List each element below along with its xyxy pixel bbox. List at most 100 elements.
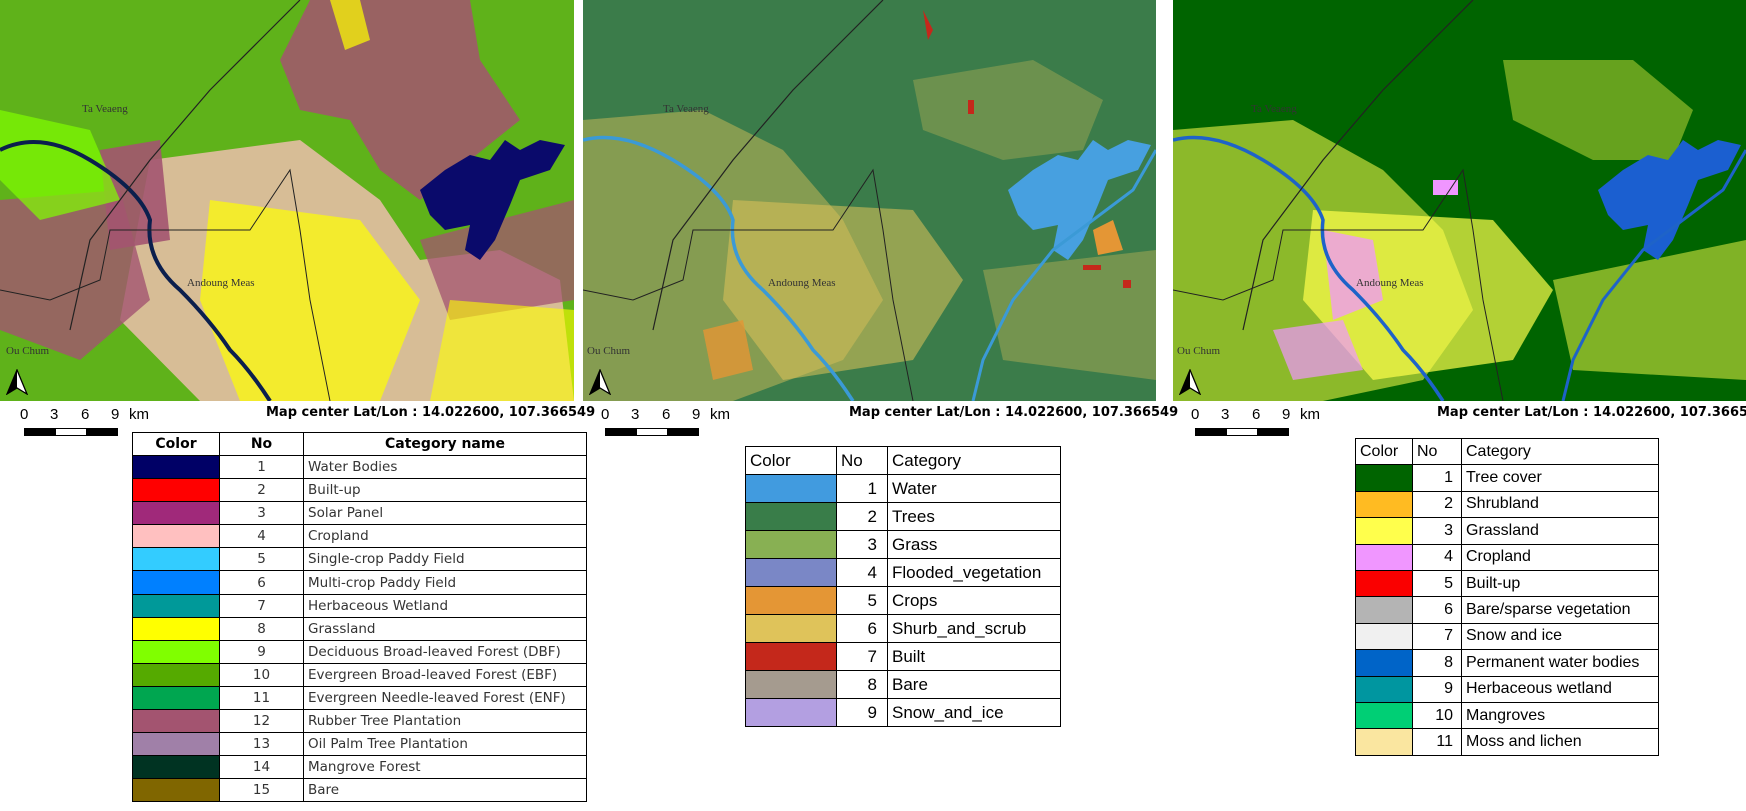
legend-table-2: Color No Category 1 Water 2 Trees 3 Grass 4 Flo… <box>745 446 1061 727</box>
map-panel-3: Ta Veaeng Andoung Meas Ou Chum <box>1173 0 1746 401</box>
land-cover-map-3: Ta Veaeng Andoung Meas Ou Chum <box>1173 0 1746 401</box>
legend-row: 15 Bare <box>132 778 587 803</box>
color-swatch <box>1355 543 1413 571</box>
category-name: Solar Panel <box>303 501 587 526</box>
color-swatch <box>745 474 837 503</box>
color-swatch <box>132 454 220 480</box>
category-number: 10 <box>219 662 304 687</box>
legend-row: 4 Cropland <box>1355 543 1659 571</box>
legend-row: 5 Single-crop Paddy Field <box>132 547 587 572</box>
category-name: Evergreen Needle-leaved Forest (ENF) <box>303 685 587 711</box>
map-panel-1: Ta Veaeng Andoung Meas Ou Chum <box>0 0 574 401</box>
category-name: Tree cover <box>1461 464 1659 492</box>
place-label: Andoung Meas <box>1356 277 1424 289</box>
category-number: 1 <box>219 454 304 480</box>
legend-row: 8 Grassland <box>132 616 587 641</box>
color-swatch <box>745 670 837 699</box>
color-swatch <box>132 524 220 549</box>
category-number: 8 <box>836 670 888 699</box>
category-number: 9 <box>1412 675 1462 703</box>
place-label: Andoung Meas <box>187 277 255 289</box>
legend-header: Color <box>1355 437 1413 466</box>
legend-table-3: Color No Category 1 Tree cover 2 Shrubland 3… <box>1355 437 1659 756</box>
category-name: Shurb_and_scrub <box>887 614 1061 643</box>
category-number: 2 <box>1412 490 1462 519</box>
legend-header: Category <box>1461 437 1659 466</box>
scale-tick: 9 <box>692 406 701 423</box>
north-arrow-icon <box>6 369 28 395</box>
category-number: 14 <box>219 755 304 780</box>
legend-header: Category name <box>303 432 587 456</box>
category-name: Built-up <box>1461 569 1659 598</box>
legend-header: No <box>836 446 888 475</box>
color-swatch <box>132 685 220 711</box>
place-label: Ou Chum <box>1177 345 1221 357</box>
category-number: 2 <box>219 478 304 503</box>
category-name: Water Bodies <box>303 454 587 480</box>
legend-row: 12 Rubber Tree Plantation <box>132 709 587 734</box>
category-number: 6 <box>1412 596 1462 624</box>
north-arrow-icon <box>589 369 611 395</box>
color-swatch <box>132 732 220 757</box>
legend-row: 1 Water <box>745 474 1061 503</box>
place-label: Andoung Meas <box>768 277 836 289</box>
category-number: 7 <box>1412 622 1462 651</box>
scale-bar: 0 3 6 9 km <box>601 406 751 446</box>
category-number: 3 <box>1412 517 1462 545</box>
category-name: Permanent water bodies <box>1461 649 1659 677</box>
category-name: Mangroves <box>1461 701 1659 730</box>
legend-table-1: Color No Category name 1 Water Bodies 2 Bui… <box>132 432 587 803</box>
category-number: 3 <box>836 530 888 559</box>
category-number: 2 <box>836 502 888 531</box>
scale-bar: 0 3 6 9 km <box>1191 406 1341 446</box>
category-name: Built-up <box>303 478 587 503</box>
scale-tick: 6 <box>81 406 90 423</box>
category-number: 13 <box>219 732 304 757</box>
scale-unit: km <box>710 406 730 423</box>
category-number: 6 <box>219 570 304 595</box>
category-name: Grassland <box>1461 517 1659 545</box>
category-number: 1 <box>836 474 888 503</box>
category-number: 5 <box>219 547 304 572</box>
category-number: 11 <box>1412 728 1462 756</box>
color-swatch <box>132 547 220 572</box>
legend-header: Color <box>132 432 220 456</box>
category-name: Bare <box>887 670 1061 699</box>
land-cover-map-1: Ta Veaeng Andoung Meas Ou Chum <box>0 0 574 401</box>
category-number: 7 <box>219 593 304 618</box>
scale-tick: 6 <box>1252 406 1261 423</box>
legend-row: 9 Snow_and_ice <box>745 698 1061 727</box>
color-swatch <box>132 709 220 734</box>
legend-row: 9 Herbaceous wetland <box>1355 675 1659 703</box>
category-name: Bare/sparse vegetation <box>1461 596 1659 624</box>
legend-row: 1 Tree cover <box>1355 464 1659 492</box>
legend-row: 2 Shrubland <box>1355 490 1659 519</box>
legend-header: Color <box>745 446 837 475</box>
scale-unit: km <box>1300 406 1320 423</box>
legend-row: 10 Mangroves <box>1355 701 1659 730</box>
legend-row: 6 Shurb_and_scrub <box>745 614 1061 643</box>
category-name: Trees <box>887 502 1061 531</box>
color-swatch <box>1355 649 1413 677</box>
legend-header: No <box>1412 437 1462 466</box>
color-swatch <box>132 593 220 618</box>
scale-tick: 3 <box>631 406 640 423</box>
color-swatch <box>132 501 220 526</box>
scale-tick: 6 <box>662 406 671 423</box>
legend-row: 7 Herbaceous Wetland <box>132 593 587 618</box>
category-number: 5 <box>1412 569 1462 598</box>
color-swatch <box>745 586 837 615</box>
category-number: 4 <box>836 558 888 587</box>
legend-row: 3 Grass <box>745 530 1061 559</box>
legend-row: 7 Built <box>745 642 1061 671</box>
category-number: 7 <box>836 642 888 671</box>
category-number: 4 <box>1412 543 1462 571</box>
color-swatch <box>1355 464 1413 492</box>
category-number: 9 <box>836 698 888 727</box>
legend-row: 4 Cropland <box>132 524 587 549</box>
legend-row: 5 Crops <box>745 586 1061 615</box>
legend-row: 6 Bare/sparse vegetation <box>1355 596 1659 624</box>
color-swatch <box>1355 728 1413 756</box>
legend-row: 8 Bare <box>745 670 1061 699</box>
map-center-label: Map center Lat/Lon : 14.022600, 107.3665… <box>849 405 1179 420</box>
